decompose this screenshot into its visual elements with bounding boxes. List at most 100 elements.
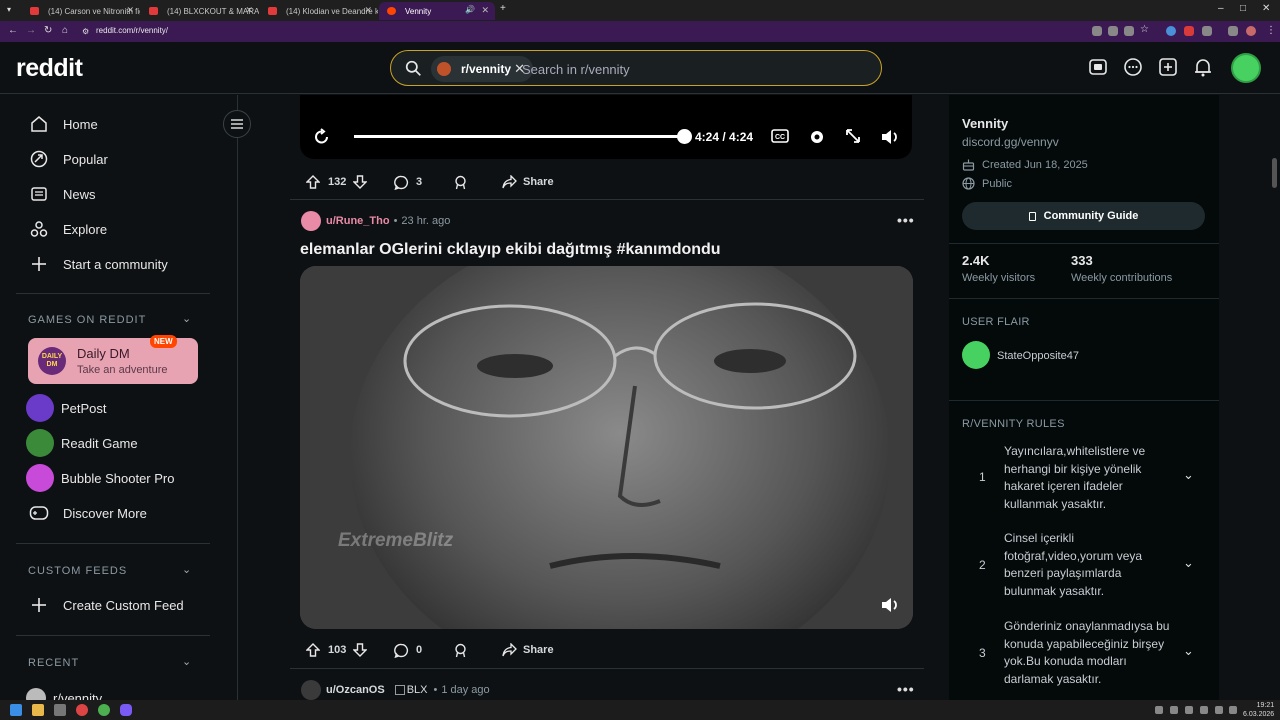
network-icon[interactable] — [1215, 706, 1223, 714]
post-video[interactable]: ExtremeBlitz — [300, 266, 913, 629]
post-author[interactable]: u/OzcanOS — [326, 684, 385, 696]
chevron-down-icon[interactable]: ⌄ — [182, 312, 191, 325]
create-post-icon[interactable] — [1157, 56, 1179, 78]
tab-search-icon[interactable]: ▾ — [7, 5, 11, 14]
minimize-icon[interactable]: – — [1218, 3, 1224, 14]
volume-tray-icon[interactable] — [1229, 706, 1237, 714]
user-avatar-small[interactable] — [301, 211, 321, 231]
close-tab-icon[interactable]: ✕ — [245, 5, 253, 16]
fullscreen-icon[interactable] — [845, 128, 861, 144]
downvote-icon[interactable] — [353, 643, 368, 657]
extensions-puzzle-icon[interactable] — [1202, 26, 1212, 36]
start-windows-icon[interactable] — [10, 704, 22, 716]
extension-icon[interactable] — [1092, 26, 1102, 36]
extension-icon[interactable] — [1184, 26, 1194, 36]
download-icon[interactable] — [1228, 26, 1238, 36]
nav-item-news[interactable]: News — [28, 179, 96, 209]
system-clock[interactable]: 19:21 6.03.2026 — [1243, 701, 1274, 719]
forward-icon[interactable]: → — [26, 25, 36, 36]
nav-item-start-community[interactable]: Start a community — [28, 249, 168, 279]
tray-icon[interactable] — [1170, 706, 1178, 714]
discover-more-games[interactable]: Discover More — [28, 498, 147, 528]
nav-item-home[interactable]: Home — [28, 109, 98, 139]
chat-icon[interactable] — [1122, 56, 1144, 78]
close-tab-icon[interactable]: ✕ — [481, 5, 489, 16]
taskbar-app-icon[interactable] — [54, 704, 66, 716]
discord-icon[interactable] — [120, 704, 132, 716]
cast-icon[interactable] — [1124, 26, 1134, 36]
post-title[interactable]: elemanlar OGlerini cklayıp ekibi dağıtmı… — [300, 241, 721, 259]
notifications-bell-icon[interactable] — [1192, 56, 1214, 78]
search-bar[interactable]: r/vennity ✕ — [390, 50, 882, 86]
site-info-icon[interactable]: ⚙ — [82, 27, 89, 36]
nav-item-explore[interactable]: Explore — [28, 214, 107, 244]
maximize-icon[interactable]: □ — [1240, 3, 1246, 14]
video-scrubber-handle[interactable] — [677, 129, 692, 144]
chevron-down-icon[interactable]: ⌄ — [1183, 643, 1194, 659]
browser-tab[interactable]: (14) Carson ve Nitronith fight s ✕ — [22, 2, 140, 20]
video-progress-track[interactable] — [354, 129, 692, 144]
page-scrollbar-thumb[interactable] — [1272, 158, 1277, 188]
custom-feeds-heading[interactable]: CUSTOM FEEDS — [28, 565, 127, 577]
reddit-logo[interactable]: reddit — [16, 54, 83, 83]
recent-item-vennity[interactable]: r/vennity — [26, 683, 102, 700]
chevron-down-icon[interactable]: ⌄ — [1183, 555, 1194, 571]
browser-tab-active[interactable]: Vennity 🔊 ✕ — [379, 2, 495, 20]
browser-tab[interactable]: (14) BLXCKOUT & MARA SANT ✕ — [141, 2, 259, 20]
url-field[interactable]: reddit.com/r/vennity/ — [96, 26, 168, 35]
close-tab-icon[interactable]: ✕ — [126, 5, 134, 16]
chrome-icon[interactable] — [98, 704, 110, 716]
browser-tab[interactable]: (14) Klodian ve Deandre konuş ✕ — [260, 2, 378, 20]
award-button[interactable] — [453, 168, 468, 196]
award-button[interactable] — [453, 636, 468, 664]
reload-icon[interactable]: ↻ — [44, 25, 52, 36]
extension-icon[interactable] — [1166, 26, 1176, 36]
back-icon[interactable]: ← — [8, 25, 18, 36]
share-button[interactable]: Share — [502, 636, 554, 664]
upvote-icon[interactable] — [306, 175, 320, 189]
game-item-bubble-shooter[interactable]: Bubble Shooter Pro — [26, 463, 174, 493]
community-search-chip[interactable]: r/vennity ✕ — [431, 56, 534, 82]
search-input[interactable] — [522, 60, 862, 78]
taskbar-app-icon[interactable] — [76, 704, 88, 716]
chevron-down-icon[interactable]: ⌄ — [1183, 467, 1194, 483]
create-custom-feed[interactable]: Create Custom Feed — [28, 590, 184, 620]
mute-toggle-icon[interactable] — [880, 597, 900, 613]
upvote-icon[interactable] — [306, 643, 320, 657]
file-explorer-icon[interactable] — [32, 704, 44, 716]
game-item-readit[interactable]: Readit Game — [26, 428, 138, 458]
recent-heading[interactable]: RECENT — [28, 657, 79, 669]
chevron-down-icon[interactable]: ⌄ — [182, 563, 191, 576]
share-button[interactable]: Share — [502, 168, 554, 196]
comments-button[interactable]: 0 — [394, 636, 422, 664]
advertise-icon[interactable] — [1087, 56, 1109, 78]
home-browser-icon[interactable]: ⌂ — [62, 25, 68, 36]
games-section-heading[interactable]: GAMES ON REDDIT — [28, 314, 146, 326]
downvote-icon[interactable] — [353, 175, 368, 189]
close-tab-icon[interactable]: ✕ — [364, 5, 372, 16]
flair-username[interactable]: StateOpposite47 — [997, 350, 1079, 362]
community-guide-button[interactable]: Community Guide — [962, 202, 1205, 230]
collapse-sidebar-button[interactable] — [223, 110, 251, 138]
post-author[interactable]: u/Rune_Tho — [326, 215, 390, 227]
zoom-icon[interactable] — [1108, 26, 1118, 36]
user-avatar-small[interactable] — [301, 680, 321, 700]
tray-icon[interactable] — [1155, 706, 1163, 714]
tray-icon[interactable] — [1185, 706, 1193, 714]
new-tab-icon[interactable]: + — [500, 3, 506, 14]
settings-gear-icon[interactable] — [808, 128, 826, 146]
nav-item-popular[interactable]: Popular — [28, 144, 108, 174]
post-options-icon[interactable]: ••• — [897, 681, 915, 697]
replay-icon[interactable] — [313, 128, 331, 146]
window-close-icon[interactable]: ✕ — [1262, 3, 1270, 14]
chevron-down-icon[interactable]: ⌄ — [182, 655, 191, 668]
user-avatar[interactable] — [1231, 53, 1261, 83]
profile-icon[interactable] — [1246, 26, 1256, 36]
game-item-petpost[interactable]: PetPost — [26, 393, 107, 423]
comments-button[interactable]: 3 — [394, 168, 422, 196]
browser-menu-icon[interactable]: ⋮ — [1266, 25, 1276, 36]
bookmark-star-icon[interactable]: ☆ — [1140, 24, 1150, 35]
post-options-icon[interactable]: ••• — [897, 212, 915, 228]
captions-icon[interactable]: CC — [771, 129, 789, 143]
tray-icon[interactable] — [1200, 706, 1208, 714]
